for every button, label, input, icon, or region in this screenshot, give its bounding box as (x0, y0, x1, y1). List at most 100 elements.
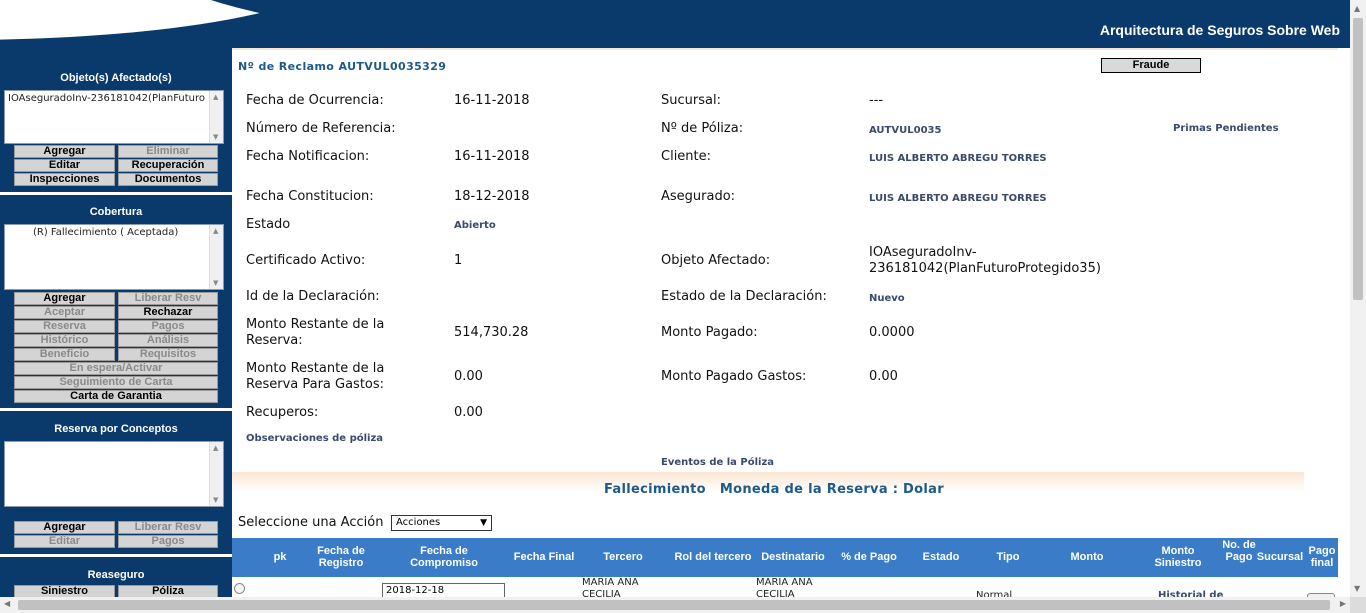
col-header-estado[interactable]: Estado (916, 551, 966, 563)
col-header-fecha-registro[interactable]: Fecha de Registro (308, 545, 374, 569)
cobertura-pagos-button[interactable]: Pagos (118, 320, 218, 333)
col-header-monto-siniestro[interactable]: Monto Siniestro (1148, 545, 1208, 569)
col-header-pago-final[interactable]: Pago final (1306, 545, 1338, 569)
objetos-recuperacion-button[interactable]: Recuperación (118, 159, 218, 172)
accion-label: Seleccione una Acción (238, 515, 384, 530)
cliente-label: Cliente: (661, 149, 712, 164)
objetos-inspecciones-button[interactable]: Inspecciones (14, 173, 115, 186)
fraude-button[interactable]: Fraude (1101, 58, 1201, 73)
col-header-rol-tercero[interactable]: Rol del tercero (668, 551, 758, 563)
app-window: Arquitectura de Seguros Sobre Web Objeto… (0, 0, 1366, 613)
col-header-monto[interactable]: Monto (1062, 551, 1112, 563)
objeto-afectado-value-line2: 236181042(PlanFuturoProtegido35) (869, 261, 1101, 276)
col-header-porcentaje-pago[interactable]: % de Pago (834, 551, 904, 563)
estado-label: Estado (246, 217, 291, 232)
monto-pagado-label: Monto Pagado: (661, 325, 758, 340)
accion-select[interactable]: Acciones ▼ (391, 515, 492, 531)
certificado-activo-label: Certificado Activo: (246, 253, 366, 268)
horizontal-scrollbar[interactable]: ◀ ▶ (0, 597, 1350, 613)
dropdown-arrow-icon: ▼ (480, 518, 487, 528)
recuperos-value: 0.00 (454, 405, 483, 420)
fecha-constitucion-value: 18-12-2018 (454, 189, 530, 204)
monto-pagado-value: 0.0000 (869, 325, 915, 340)
cobertura-reserva-button[interactable]: Reserva (14, 320, 115, 333)
cobertura-historico-button[interactable]: Histórico (14, 334, 115, 347)
list-item[interactable]: IOAseguradoInv-236181042(PlanFuturo (8, 93, 220, 104)
cobertura-agregar-button[interactable]: Agregar (14, 292, 115, 305)
list-item[interactable]: (R) Fallecimiento ( Aceptada) (8, 227, 220, 238)
fecha-constitucion-label: Fecha Constitucion: (246, 189, 374, 204)
monto-restante-gastos-value: 0.00 (454, 369, 483, 384)
vertical-scroll-thumb[interactable] (1353, 18, 1363, 300)
asegurado-label: Asegurado: (661, 189, 736, 204)
sidebar-reaseguro-title: Reaseguro (87, 569, 145, 581)
list-scrollbar[interactable] (209, 91, 223, 143)
cobertura-beneficio-button[interactable]: Beneficio (14, 348, 115, 361)
observaciones-poliza-link[interactable]: Observaciones de póliza (246, 433, 383, 444)
sidebar-divider (0, 408, 232, 411)
sucursal-label: Sucursal: (661, 93, 721, 108)
top-strip (232, 48, 1338, 50)
fecha-ocurrencia-label: Fecha de Ocurrencia: (246, 93, 384, 108)
col-header-sucursal[interactable]: Sucursal (1254, 551, 1306, 563)
monto-pagado-gastos-label: Monto Pagado Gastos: (661, 369, 807, 384)
list-scrollbar[interactable] (209, 225, 223, 289)
app-title: Arquitectura de Seguros Sobre Web (1099, 22, 1340, 38)
cobertura-requisitos-button[interactable]: Requisitos (118, 348, 218, 361)
scroll-right-icon[interactable]: ▶ (1340, 599, 1346, 608)
recuperos-label: Recuperos: (246, 405, 319, 420)
estado-declaracion-value: Nuevo (869, 293, 905, 304)
fecha-notificacion-value: 16-11-2018 (454, 149, 530, 164)
reserva-editar-button[interactable]: Editar (14, 535, 115, 548)
table-header: pk Fecha de Registro Fecha de Compromiso… (232, 538, 1338, 577)
reserva-liberar-resv-button[interactable]: Liberar Resv (118, 521, 218, 534)
horizontal-scroll-thumb[interactable] (18, 600, 1330, 610)
col-header-destinatario[interactable]: Destinatario (756, 551, 830, 563)
primas-pendientes-link[interactable]: Primas Pendientes (1173, 123, 1279, 134)
id-declaracion-label: Id de la Declaración: (246, 289, 380, 304)
sidebar: Objeto(s) Afectado(s) IOAseguradoInv-236… (0, 48, 232, 600)
cobertura-en-espera-button[interactable]: En espera/Activar (14, 362, 218, 375)
cobertura-liberar-resv-button[interactable]: Liberar Resv (118, 292, 218, 305)
scroll-left-icon[interactable]: ◀ (4, 599, 10, 608)
cobertura-analisis-button[interactable]: Análisis (118, 334, 218, 347)
objetos-documentos-button[interactable]: Documentos (118, 173, 218, 186)
cobertura-seguimiento-carta-button[interactable]: Seguimiento de Carta (14, 376, 218, 389)
cobertura-rechazar-button[interactable]: Rechazar (118, 306, 218, 319)
objetos-editar-button[interactable]: Editar (14, 159, 115, 172)
col-header-tercero[interactable]: Tercero (598, 551, 648, 563)
scroll-down-icon[interactable]: ▼ (1354, 584, 1360, 593)
objetos-list[interactable]: IOAseguradoInv-236181042(PlanFuturo (4, 90, 224, 144)
numero-referencia-label: Número de Referencia: (246, 121, 396, 136)
objeto-afectado-value-line1: IOAseguradoInv- (869, 245, 977, 260)
col-header-no-pago[interactable]: No. de Pago (1222, 539, 1256, 563)
reserva-agregar-button[interactable]: Agregar (14, 521, 115, 534)
objetos-eliminar-button[interactable]: Eliminar (118, 145, 218, 158)
certificado-activo-value: 1 (454, 253, 463, 268)
cliente-value: LUIS ALBERTO ABREGU TORRES (869, 153, 1047, 164)
eventos-poliza-link[interactable]: Eventos de la Póliza (661, 457, 774, 468)
app-header: Arquitectura de Seguros Sobre Web (0, 0, 1350, 48)
sidebar-objetos-title: Objeto(s) Afectado(s) (60, 72, 172, 84)
sidebar-divider (0, 192, 232, 195)
estado-declaracion-label: Estado de la Declaración: (661, 289, 827, 304)
scroll-up-icon[interactable]: ▲ (1354, 4, 1360, 13)
no-poliza-label: Nº de Póliza: (661, 121, 744, 136)
no-poliza-value[interactable]: AUTVUL0035 (869, 123, 941, 139)
fecha-ocurrencia-value: 16-11-2018 (454, 93, 530, 108)
cobertura-list[interactable]: (R) Fallecimiento ( Aceptada) (4, 224, 224, 290)
reserva-pagos-button[interactable]: Pagos (118, 535, 218, 548)
objetos-agregar-button[interactable]: Agregar (14, 145, 115, 158)
col-header-tipo[interactable]: Tipo (988, 551, 1028, 563)
vertical-scrollbar[interactable]: ▲ ▼ (1350, 0, 1366, 597)
col-header-pk[interactable]: pk (270, 551, 290, 563)
row-select-radio[interactable] (234, 583, 245, 594)
list-scrollbar[interactable] (209, 442, 223, 506)
reserva-list[interactable] (4, 441, 224, 507)
fecha-notificacion-label: Fecha Notificacion: (246, 149, 370, 164)
cobertura-carta-garantia-button[interactable]: Carta de Garantia (14, 390, 218, 403)
asegurado-value: LUIS ALBERTO ABREGU TORRES (869, 193, 1047, 204)
col-header-fecha-compromiso[interactable]: Fecha de Compromiso (404, 545, 484, 569)
cobertura-aceptar-button[interactable]: Aceptar (14, 306, 115, 319)
col-header-fecha-final[interactable]: Fecha Final (508, 551, 580, 563)
